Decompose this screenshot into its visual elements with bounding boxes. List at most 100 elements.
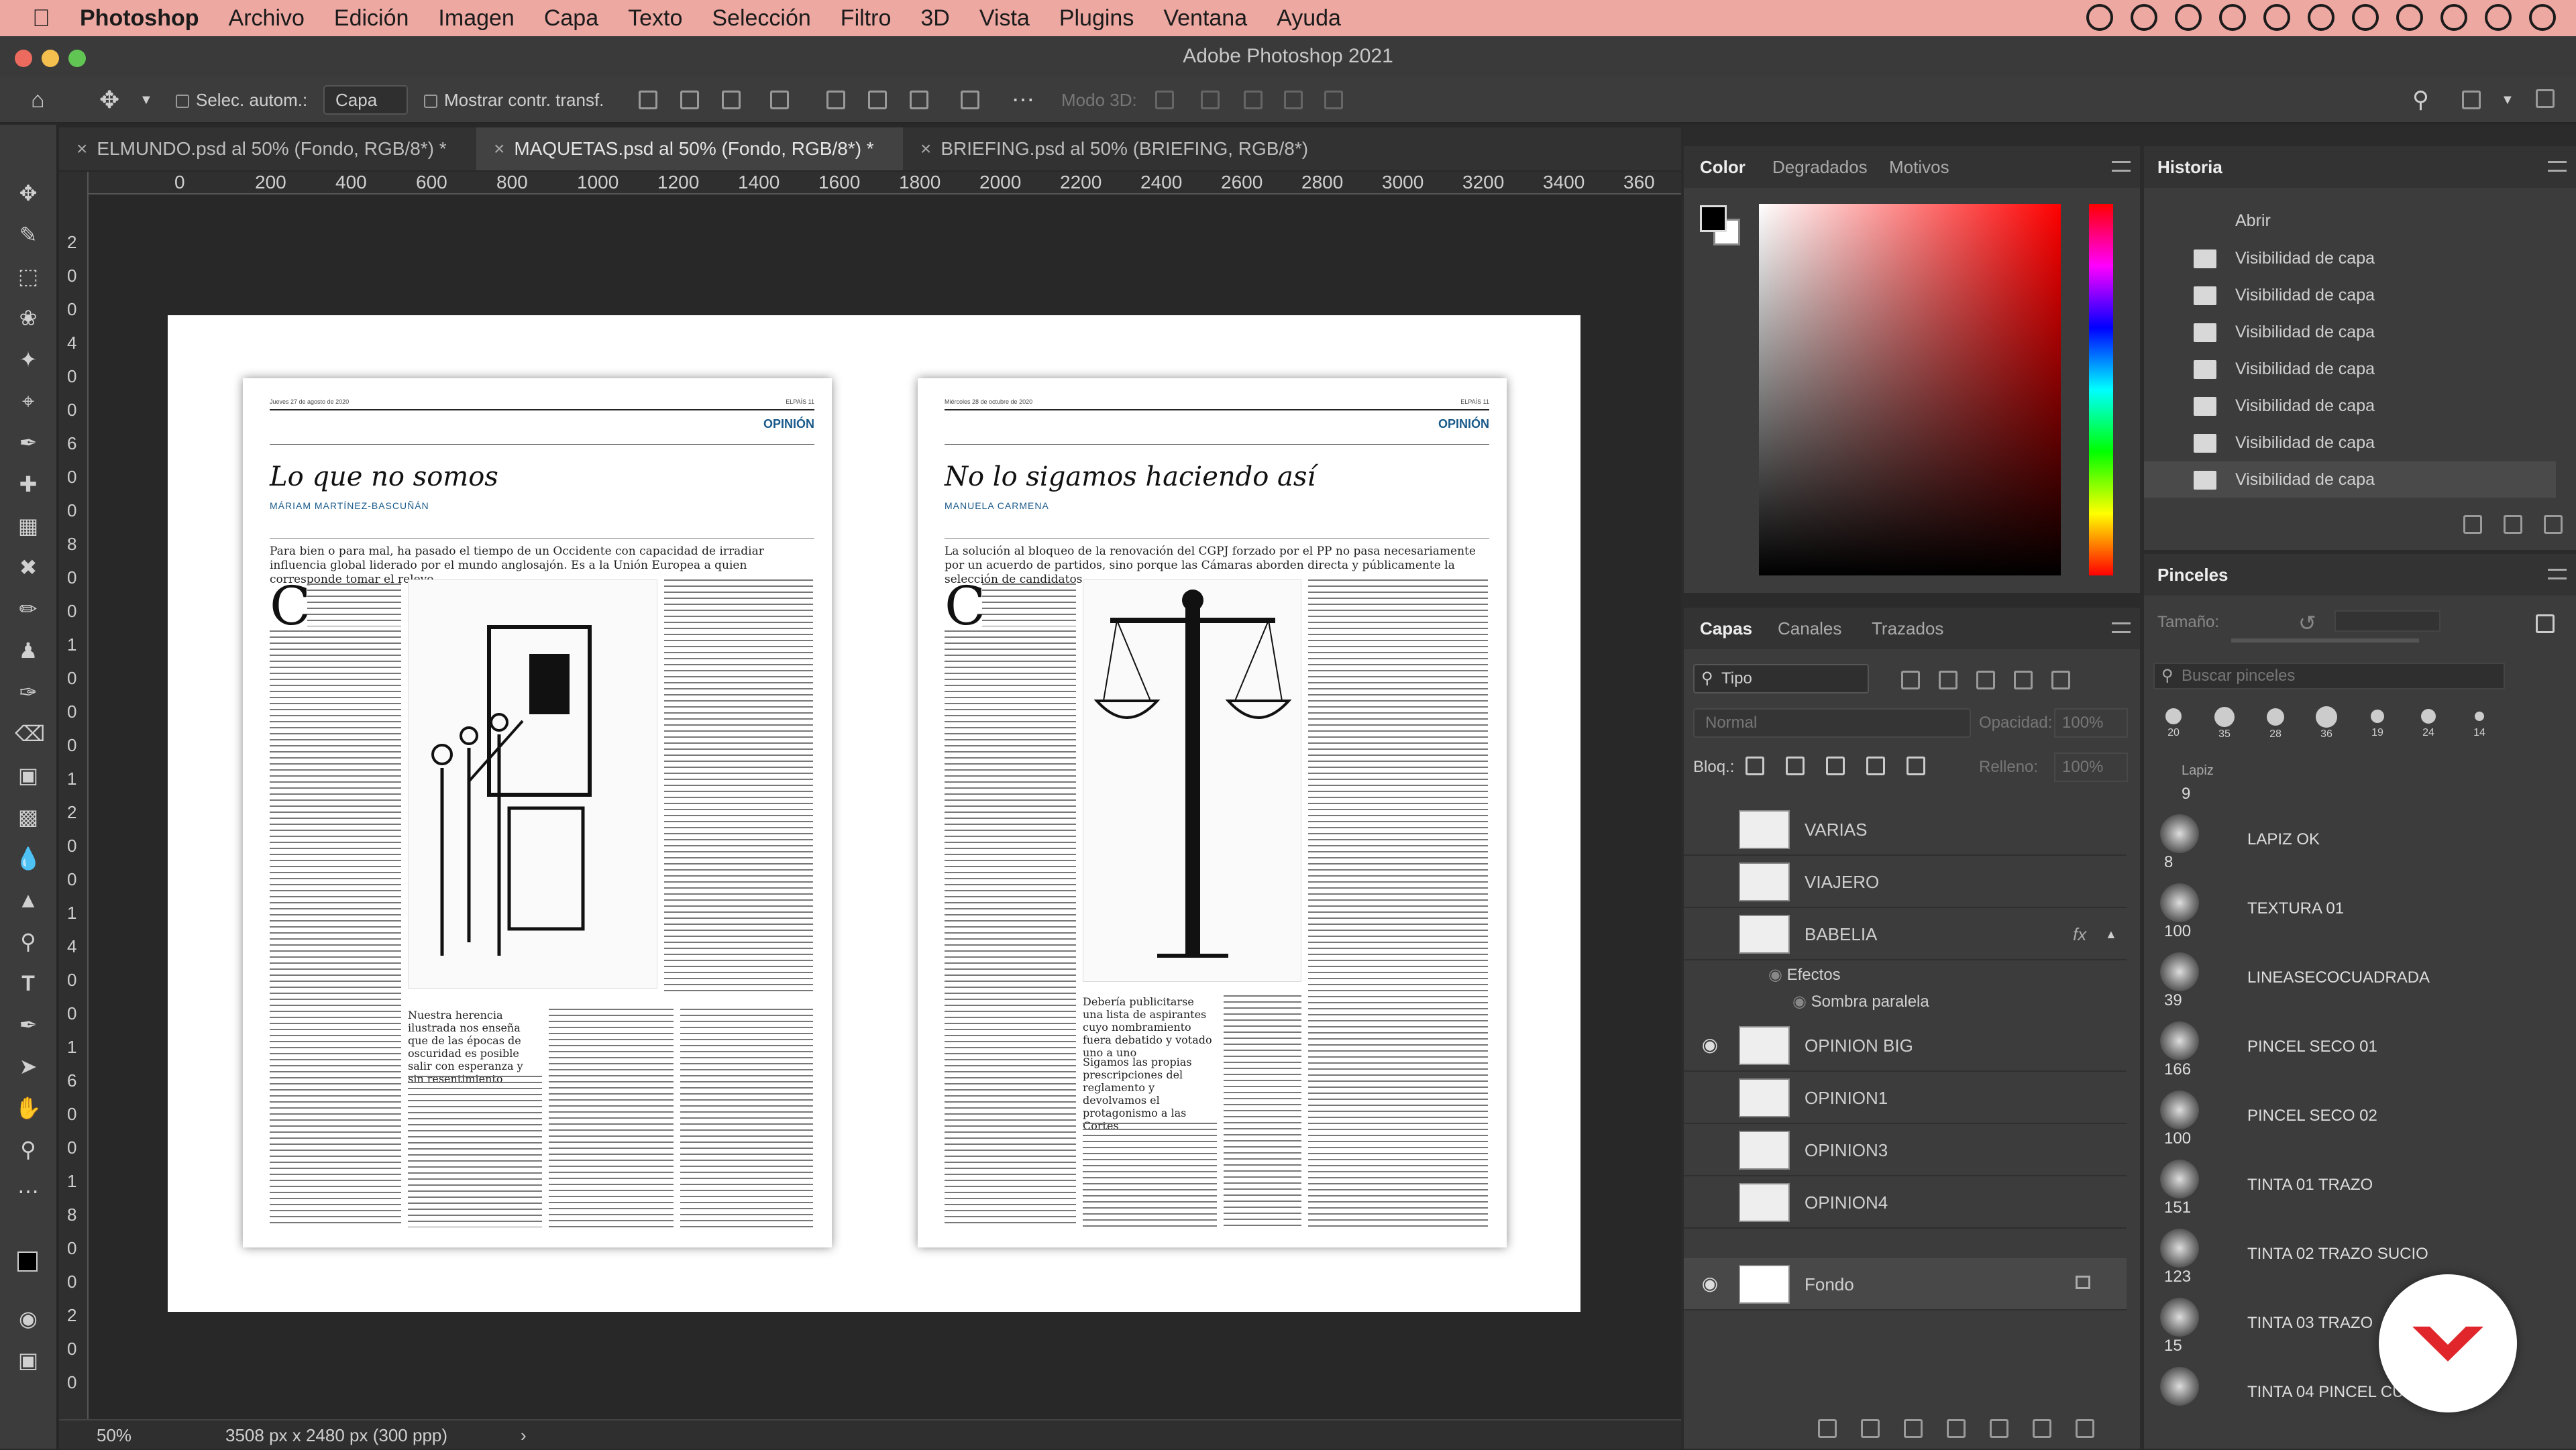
history-item[interactable]: Visibilidad de capa [2144,388,2556,424]
effect-visibility-icon[interactable]: ◉ [1792,993,1807,1011]
brush-item[interactable]: 39 LINEASECOCUADRADA [2144,944,2557,1013]
align-left-icon[interactable] [639,91,657,109]
show-transform-checkbox[interactable] [424,95,437,109]
home-icon[interactable]: ⌂ [31,76,45,123]
marquee-tool-icon[interactable]: ⬚ [15,263,42,290]
bluetooth-icon[interactable] [2396,4,2423,31]
visibility-toggle[interactable] [1699,1192,1721,1211]
lock-all-icon[interactable] [1907,757,1925,775]
tab-color[interactable]: Color [1700,146,1746,188]
3d-roll-icon[interactable] [1201,91,1220,109]
zoom-level[interactable]: 50% [97,1420,131,1450]
hue-slider[interactable] [2089,204,2113,575]
color-picker-field[interactable] [1759,204,2061,575]
clock-icon[interactable] [2440,4,2467,31]
chevron-right-icon[interactable]: › [521,1420,527,1450]
layer-row[interactable]: OPINION4 [1684,1176,2127,1229]
lock-position-icon[interactable] [1826,757,1845,775]
control-center-icon[interactable] [2529,4,2556,31]
history-item[interactable]: Visibilidad de capa [2144,277,2556,313]
move-tool-icon[interactable]: ✥ [15,180,42,207]
document-size[interactable]: 3508 px x 2480 px (300 ppp) [225,1420,447,1450]
tab-elmundo[interactable]: × ELMUNDO.psd al 50% (Fondo, RGB/8*) * [59,127,476,170]
visibility-toggle[interactable] [1699,924,1721,943]
menu-vista[interactable]: Vista [979,5,1030,32]
edit-toolbar-icon[interactable]: ⋯ [15,1178,42,1205]
reset-size-icon[interactable]: ↺ [2298,610,2316,636]
tab-paths[interactable]: Trazados [1872,608,1943,649]
history-item[interactable]: Visibilidad de capa [2144,351,2556,387]
3d-rotate-icon[interactable] [1155,91,1174,109]
new-layer-icon[interactable] [2033,1419,2051,1438]
drop-shadow-effect-row[interactable]: ◉ Sombra paralela [1792,989,1929,1015]
panel-menu-icon[interactable] [2548,569,2567,579]
status-app-icon[interactable] [2086,4,2113,31]
panel-menu-icon[interactable] [2548,161,2567,172]
brush-size-field[interactable] [2334,610,2440,632]
history-item[interactable]: Visibilidad de capa [2144,314,2556,350]
content-aware-move-icon[interactable]: ✖ [15,554,42,581]
distribute-icon[interactable] [770,91,789,109]
align-bottom-icon[interactable] [910,91,928,109]
lock-artboard-icon[interactable] [1866,757,1885,775]
eraser-tool-icon[interactable]: ⌫ [15,720,45,747]
brushes-title[interactable]: Pinceles [2157,554,2229,596]
menu-filtro[interactable]: Filtro [841,5,892,32]
layer-row[interactable]: BABELIA fx ▲ [1684,908,2127,960]
brush-preset[interactable]: 14 [2459,706,2500,739]
document-canvas[interactable]: Jueves 27 de agosto de 2020 ELPAÍS 11 OP… [168,315,1580,1312]
eye-icon[interactable]: ◉ [1699,1036,1721,1054]
sharpen-tool-icon[interactable]: ▲ [15,887,42,913]
visibility-toggle[interactable] [1699,1140,1721,1159]
gradient-tool-icon[interactable]: ▩ [15,803,42,830]
brush-item[interactable]: 100 PINCEL SECO 02 [2144,1082,2557,1152]
layer-effects-row[interactable]: ◉ Efectos [1768,962,1841,989]
visibility-toggle[interactable] [1699,872,1721,891]
patch-selection-icon[interactable]: ▣ [15,762,42,789]
opacity-field[interactable]: 100% [2054,708,2128,738]
brush-preset[interactable]: 19 [2357,706,2398,739]
status-app-icon[interactable] [2219,4,2246,31]
blend-mode-dropdown[interactable]: Normal [1693,708,1971,738]
lock-brush-icon[interactable] [1786,757,1805,775]
brush-preset[interactable]: 20 [2153,706,2194,739]
healing-brush-tool-icon[interactable]: ✚ [15,471,42,498]
chevron-down-icon[interactable]: ▼ [140,76,153,123]
move-tool-icon[interactable]: ✥ [99,76,119,123]
visibility-toggle[interactable] [1699,820,1721,838]
patch-tool-icon[interactable]: ▦ [15,512,42,539]
screen-mode-icon[interactable]: ▣ [15,1347,42,1374]
foreground-color-swatch[interactable] [1700,205,1727,232]
blur-tool-icon[interactable]: 💧 [15,845,42,872]
delete-layer-icon[interactable] [2076,1419,2094,1438]
3d-pan-icon[interactable] [1244,91,1263,109]
search-icon[interactable] [2485,4,2512,31]
zoom-tool-icon[interactable]: ⚲ [15,1136,42,1163]
menu-seleccion[interactable]: Selección [712,5,810,32]
distribute-vertical-icon[interactable] [961,91,979,109]
menu-3d[interactable]: 3D [920,5,949,32]
menu-edicion[interactable]: Edición [334,5,409,32]
panel-menu-icon[interactable] [2112,161,2131,172]
menu-ventana[interactable]: Ventana [1163,5,1247,32]
brush-preset[interactable]: 35 [2204,706,2245,740]
vertical-ruler[interactable]: 2 0 0 4 0 0 6 0 0 8 0 0 1 0 0 0 1 2 0 0 1 4 0 0 1 6 0 0 1 8 0 0 2 0 0 [59,172,89,1419]
menu-archivo[interactable]: Archivo [229,5,305,32]
minimize-window-button[interactable] [42,50,59,67]
flag-icon[interactable] [2352,4,2379,31]
wifi-icon[interactable] [2308,4,2334,31]
share-icon[interactable] [2536,89,2555,108]
status-app-icon[interactable] [2263,4,2290,31]
quick-mask-icon[interactable]: ◉ [15,1305,42,1332]
menu-ayuda[interactable]: Ayuda [1277,5,1341,32]
brush-preset[interactable]: 36 [2306,706,2347,740]
apple-icon[interactable]:  [32,4,50,32]
pen-tool-icon[interactable]: ✒ [15,1011,42,1038]
type-tool-icon[interactable]: T [15,970,42,997]
eyedropper-tool-icon[interactable]: ✒ [15,429,42,456]
close-tab-icon[interactable]: × [494,138,504,159]
auto-select-checkbox[interactable] [176,95,189,109]
status-app-icon[interactable] [2175,4,2202,31]
trash-icon[interactable] [2544,515,2563,534]
add-mask-icon[interactable] [1904,1419,1923,1438]
